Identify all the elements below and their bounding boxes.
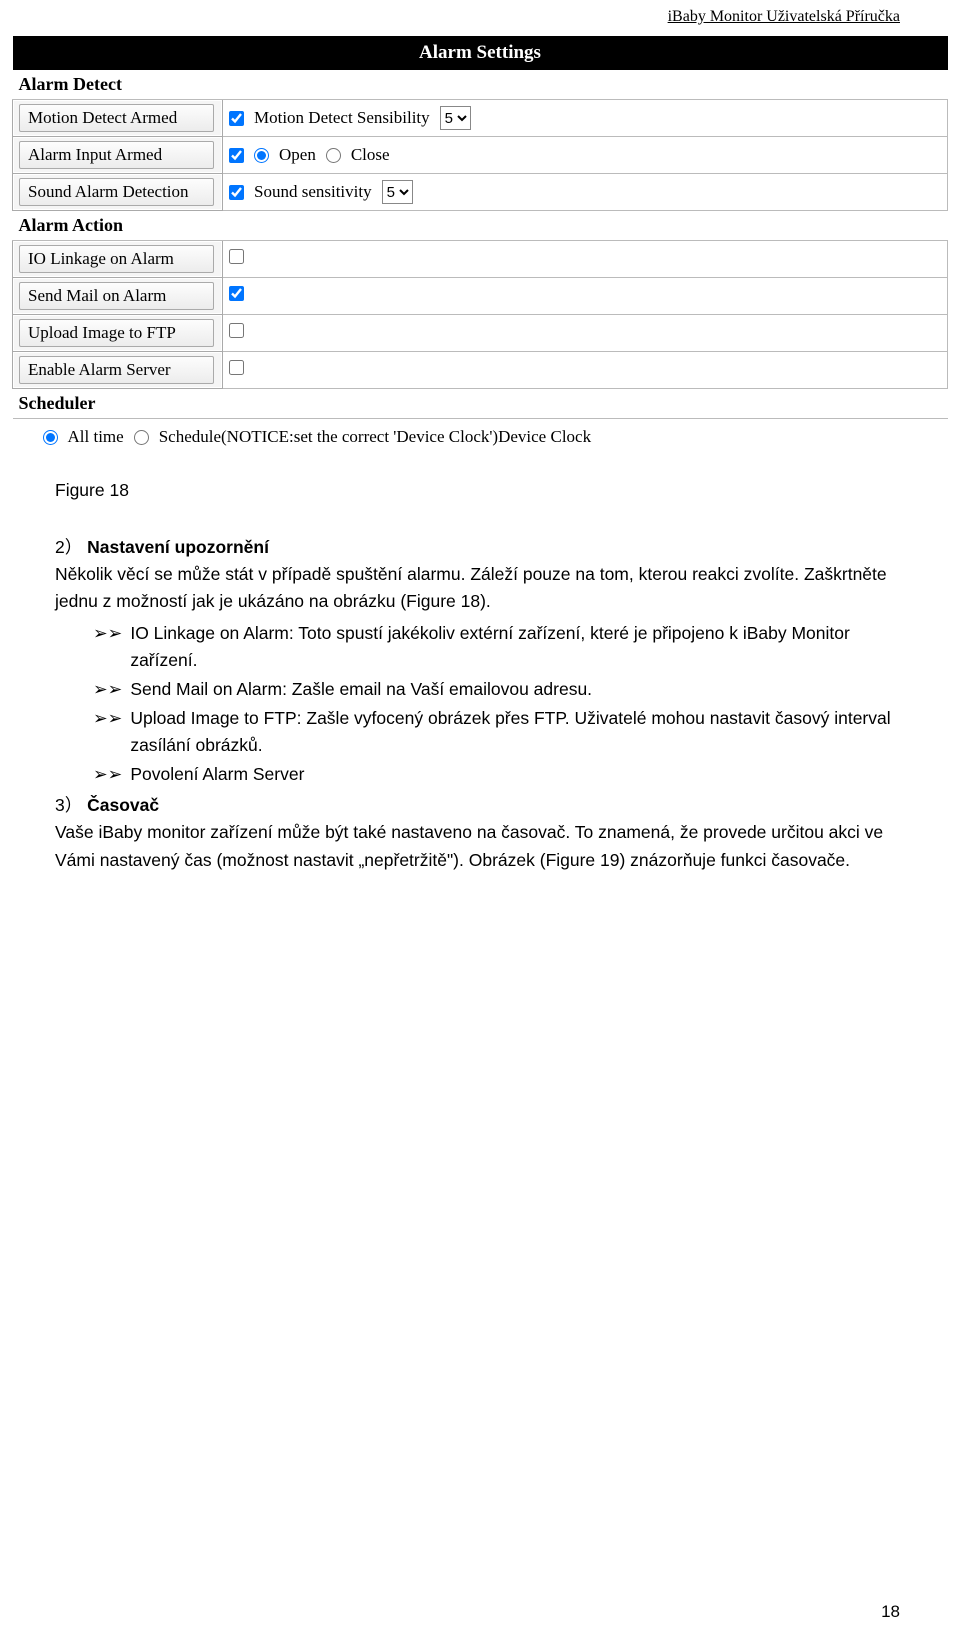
section-alarm-detect: Alarm Detect bbox=[13, 70, 948, 100]
arrow-icon: ➢➢ bbox=[93, 620, 122, 674]
alarm-input-open-label: Open bbox=[279, 145, 316, 165]
label-send-mail: Send Mail on Alarm bbox=[19, 282, 214, 310]
bullet-4-text: Povolení Alarm Server bbox=[130, 761, 304, 788]
io-linkage-checkbox[interactable] bbox=[229, 249, 244, 264]
alarm-input-checkbox[interactable] bbox=[229, 148, 244, 163]
bullet-list: ➢➢ IO Linkage on Alarm: Toto spustí jaké… bbox=[55, 620, 905, 789]
sound-sensitivity-label: Sound sensitivity bbox=[254, 182, 372, 202]
label-io-linkage: IO Linkage on Alarm bbox=[19, 245, 214, 273]
heading-3: 3） Časovač bbox=[55, 792, 905, 819]
page-number: 18 bbox=[881, 1602, 900, 1622]
label-enable-server: Enable Alarm Server bbox=[19, 356, 214, 384]
bullet-4: ➢➢ Povolení Alarm Server bbox=[93, 761, 905, 788]
paragraph-2: Vaše iBaby monitor zařízení může být tak… bbox=[55, 819, 905, 873]
upload-ftp-checkbox[interactable] bbox=[229, 323, 244, 338]
section-alarm-action: Alarm Action bbox=[13, 211, 948, 241]
document-body: Figure 18 2） Nastavení upozornění Několi… bbox=[0, 457, 960, 874]
bullet-3-text: Upload Image to FTP: Zašle vyfocený obrá… bbox=[130, 705, 905, 759]
sound-alarm-checkbox[interactable] bbox=[229, 185, 244, 200]
motion-sensibility-select[interactable]: 5 bbox=[440, 106, 471, 130]
arrow-icon: ➢➢ bbox=[93, 705, 122, 759]
label-alarm-input: Alarm Input Armed bbox=[19, 141, 214, 169]
alarm-input-close-label: Close bbox=[351, 145, 390, 165]
heading-3-number: 3） bbox=[55, 795, 82, 815]
bullet-1: ➢➢ IO Linkage on Alarm: Toto spustí jaké… bbox=[93, 620, 905, 674]
arrow-icon: ➢➢ bbox=[93, 761, 122, 788]
bullet-3: ➢➢ Upload Image to FTP: Zašle vyfocený o… bbox=[93, 705, 905, 759]
settings-panel: Alarm Settings Alarm Detect Motion Detec… bbox=[0, 26, 960, 457]
enable-server-checkbox[interactable] bbox=[229, 360, 244, 375]
sound-sensitivity-select[interactable]: 5 bbox=[382, 180, 413, 204]
heading-3-text: Časovač bbox=[87, 795, 159, 815]
scheduler-all-label: All time bbox=[68, 427, 124, 447]
page-header: iBaby Monitor Uživatelská Příručka bbox=[0, 0, 960, 26]
figure-18-caption: Figure 18 bbox=[55, 477, 905, 504]
scheduler-schedule-label: Schedule(NOTICE:set the correct 'Device … bbox=[159, 427, 591, 447]
section-scheduler: Scheduler bbox=[13, 389, 948, 419]
send-mail-checkbox[interactable] bbox=[229, 286, 244, 301]
heading-2: 2） Nastavení upozornění bbox=[55, 534, 905, 561]
motion-sensibility-label: Motion Detect Sensibility bbox=[254, 108, 430, 128]
heading-2-number: 2） bbox=[55, 537, 82, 557]
alarm-input-open-radio[interactable] bbox=[254, 148, 269, 163]
alarm-settings-table: Alarm Settings Alarm Detect Motion Detec… bbox=[12, 36, 948, 457]
bullet-2-text: Send Mail on Alarm: Zašle email na Vaší … bbox=[130, 676, 592, 703]
label-upload-ftp: Upload Image to FTP bbox=[19, 319, 214, 347]
bullet-1-text: IO Linkage on Alarm: Toto spustí jakékol… bbox=[130, 620, 905, 674]
scheduler-schedule-radio[interactable] bbox=[134, 430, 149, 445]
alarm-input-close-radio[interactable] bbox=[326, 148, 341, 163]
bullet-2: ➢➢ Send Mail on Alarm: Zašle email na Va… bbox=[93, 676, 905, 703]
paragraph-1: Několik věcí se může stát v případě spuš… bbox=[55, 561, 905, 615]
label-sound-alarm: Sound Alarm Detection bbox=[19, 178, 214, 206]
arrow-icon: ➢➢ bbox=[93, 676, 122, 703]
scheduler-all-radio[interactable] bbox=[43, 430, 58, 445]
motion-detect-checkbox[interactable] bbox=[229, 111, 244, 126]
label-motion-detect: Motion Detect Armed bbox=[19, 104, 214, 132]
settings-title: Alarm Settings bbox=[13, 36, 948, 70]
heading-2-text: Nastavení upozornění bbox=[87, 537, 269, 557]
